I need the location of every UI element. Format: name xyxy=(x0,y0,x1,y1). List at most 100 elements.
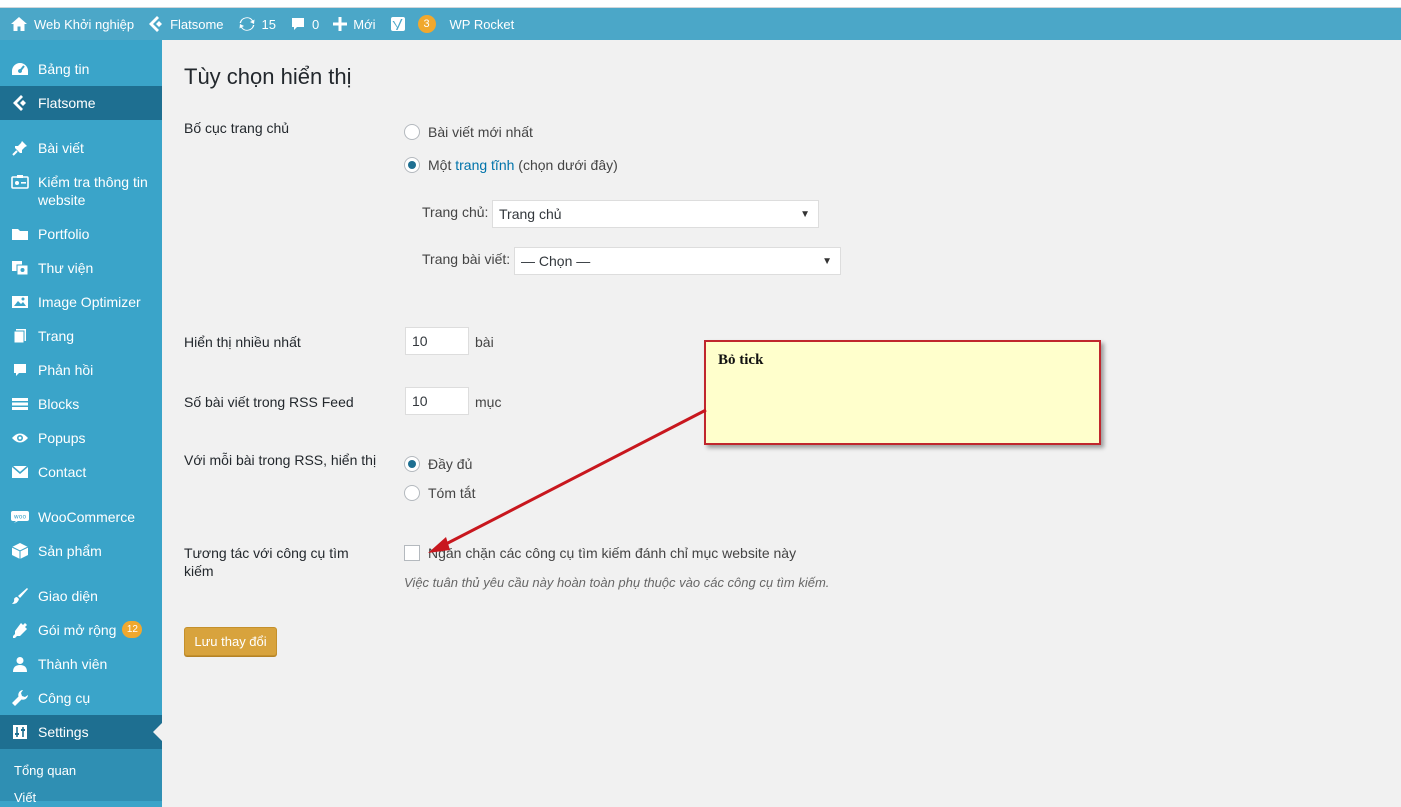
rss-posts-input[interactable] xyxy=(405,387,469,415)
sidebar-item-dashboard[interactable]: Bảng tin xyxy=(0,60,162,78)
postspage-select-label: Trang bài viết: xyxy=(422,251,511,267)
static-page-link[interactable]: trang tĩnh xyxy=(455,157,514,173)
wp-rocket-link[interactable]: WP Rocket xyxy=(450,8,515,40)
option-rss-summary[interactable]: Tóm tắt xyxy=(404,485,475,501)
static-page-suffix: (chọn dưới đây) xyxy=(514,157,618,173)
rss-full-radio[interactable] xyxy=(404,456,420,472)
rss-display-label: Với mỗi bài trong RSS, hiển thị xyxy=(184,452,377,468)
sidebar-item-pages[interactable]: Trang xyxy=(0,327,162,345)
discourage-search-checkbox[interactable] xyxy=(404,545,420,561)
sidebar-item-label: Công cụ xyxy=(38,690,91,706)
search-engine-label-line2: kiếm xyxy=(184,563,214,579)
sidebar-item-settings[interactable]: Settings xyxy=(0,715,162,749)
sidebar-item-blocks[interactable]: Blocks xyxy=(0,395,162,413)
sidebar-item-label: Bài viết xyxy=(38,140,84,156)
sidebar-item-media[interactable]: Thư viện xyxy=(0,259,162,277)
sidebar-item-label: Phản hồi xyxy=(38,362,94,378)
discourage-search-label[interactable]: Ngăn chặn các công cụ tìm kiếm đánh chỉ … xyxy=(428,545,796,561)
homepage-select-label: Trang chủ: xyxy=(422,204,489,220)
admin-bar: Web Khởi nghiệp Flatsome 15 0 Mới 3 WP R… xyxy=(0,8,1401,40)
option-latest-posts[interactable]: Bài viết mới nhất xyxy=(404,124,533,140)
sidebar-item-label: Sản phẩm xyxy=(38,543,102,559)
static-page-prefix: Một xyxy=(428,157,456,173)
theme-link[interactable]: Flatsome xyxy=(148,8,224,40)
sidebar-item-tools[interactable]: Công cụ xyxy=(0,689,162,707)
sidebar-item-popups[interactable]: Popups xyxy=(0,429,162,447)
settings-submenu: Tổng quan Viết xyxy=(0,749,162,805)
sidebar-item-site-check[interactable]: Kiểm tra thông tin website xyxy=(0,173,162,209)
wp-rocket-label: WP Rocket xyxy=(449,16,515,32)
option-static-page[interactable]: Một trang tĩnh (chọn dưới đây) xyxy=(404,157,618,173)
sidebar-item-flatsome[interactable]: Flatsome xyxy=(0,86,162,120)
rss-posts-label: Số bài viết trong RSS Feed xyxy=(184,394,354,410)
eye-icon xyxy=(10,429,30,447)
option-rss-full[interactable]: Đầy đủ xyxy=(404,456,472,472)
rss-summary-radio[interactable] xyxy=(404,485,420,501)
box-icon xyxy=(10,542,30,560)
site-name: Web Khởi nghiệp xyxy=(34,16,135,32)
sidebar-item-portfolio[interactable]: Portfolio xyxy=(0,225,162,243)
folder-icon xyxy=(10,225,30,243)
sidebar-item-users[interactable]: Thành viên xyxy=(0,655,162,673)
user-icon xyxy=(10,655,30,673)
rss-posts-unit: mục xyxy=(475,394,502,410)
sidebar-item-comments[interactable]: Phản hồi xyxy=(0,361,162,379)
sidebar-item-contact[interactable]: Contact xyxy=(0,463,162,481)
dashboard-icon xyxy=(10,60,30,78)
sidebar-item-label: Image Optimizer xyxy=(38,294,141,310)
plugin-icon xyxy=(10,621,30,639)
sidebar-item-appearance[interactable]: Giao diện xyxy=(0,587,162,605)
sidebar-item-label: Bảng tin xyxy=(38,61,90,77)
homepage-select[interactable]: Trang chủ ▼ xyxy=(492,200,819,228)
rss-summary-label: Tóm tắt xyxy=(428,485,476,501)
plugins-update-badge: 12 xyxy=(122,621,143,638)
postspage-select[interactable]: — Chọn — ▼ xyxy=(514,247,841,275)
pin-icon xyxy=(10,139,30,157)
latest-posts-radio[interactable] xyxy=(404,124,420,140)
chevron-down-icon: ▼ xyxy=(800,209,810,220)
sidebar-item-label: Flatsome xyxy=(38,95,96,111)
sidebar-item-label: Settings xyxy=(38,724,89,740)
sidebar-item-posts[interactable]: Bài viết xyxy=(0,139,162,157)
page-title: Tùy chọn hiển thị xyxy=(184,64,352,89)
static-page-radio[interactable] xyxy=(404,157,420,173)
comment-icon xyxy=(292,18,305,30)
active-menu-notch xyxy=(153,723,162,741)
id-card-icon xyxy=(10,173,30,191)
sidebar-item-label: Blocks xyxy=(38,396,80,412)
plus-icon xyxy=(333,17,348,31)
sidebar-item-image-optimizer[interactable]: Image Optimizer xyxy=(0,293,162,311)
sidebar-item-woocommerce[interactable]: woo WooCommerce xyxy=(0,508,162,526)
sidebar-item-label: Thư viện xyxy=(38,260,94,276)
posts-per-page-label: Hiển thị nhiều nhất xyxy=(184,334,301,350)
sidebar-item-label: Contact xyxy=(38,464,87,480)
save-changes-button[interactable]: Lưu thay đổi xyxy=(184,627,277,656)
yoast-link[interactable]: 3 xyxy=(390,8,436,40)
blocks-icon xyxy=(10,395,30,413)
sidebar-item-label: Gói mở rộng xyxy=(38,622,117,638)
page-icon xyxy=(10,327,30,345)
yoast-icon xyxy=(390,17,405,31)
new-content-link[interactable]: Mới xyxy=(333,8,376,40)
search-engine-label-line1: Tương tác với công cụ tìm xyxy=(184,545,349,561)
updates-link[interactable]: 15 xyxy=(238,8,276,40)
sidebar-item-label: Giao diện xyxy=(38,588,98,604)
rss-full-label: Đầy đủ xyxy=(428,456,473,472)
posts-per-page-input[interactable] xyxy=(405,327,469,355)
site-name-link[interactable]: Web Khởi nghiệp xyxy=(10,8,134,40)
sidebar-item-label: Thành viên xyxy=(38,656,108,672)
homepage-select-value: Trang chủ xyxy=(499,206,562,222)
image-icon xyxy=(10,293,30,311)
woo-icon: woo xyxy=(10,508,30,526)
theme-name: Flatsome xyxy=(170,16,224,32)
flatsome-icon xyxy=(149,16,163,32)
submenu-writing[interactable]: Viết xyxy=(14,790,36,805)
sidebar-item-products[interactable]: Sản phẩm xyxy=(0,542,162,560)
updates-icon xyxy=(239,17,255,31)
sidebar-item-plugins[interactable]: Gói mở rộng 12 xyxy=(0,621,162,639)
window-top-edge xyxy=(0,0,1401,8)
comments-link[interactable]: 0 xyxy=(290,8,319,40)
brush-icon xyxy=(10,587,30,605)
homepage-display-label: Bố cục trang chủ xyxy=(184,120,290,136)
submenu-general[interactable]: Tổng quan xyxy=(14,763,76,778)
